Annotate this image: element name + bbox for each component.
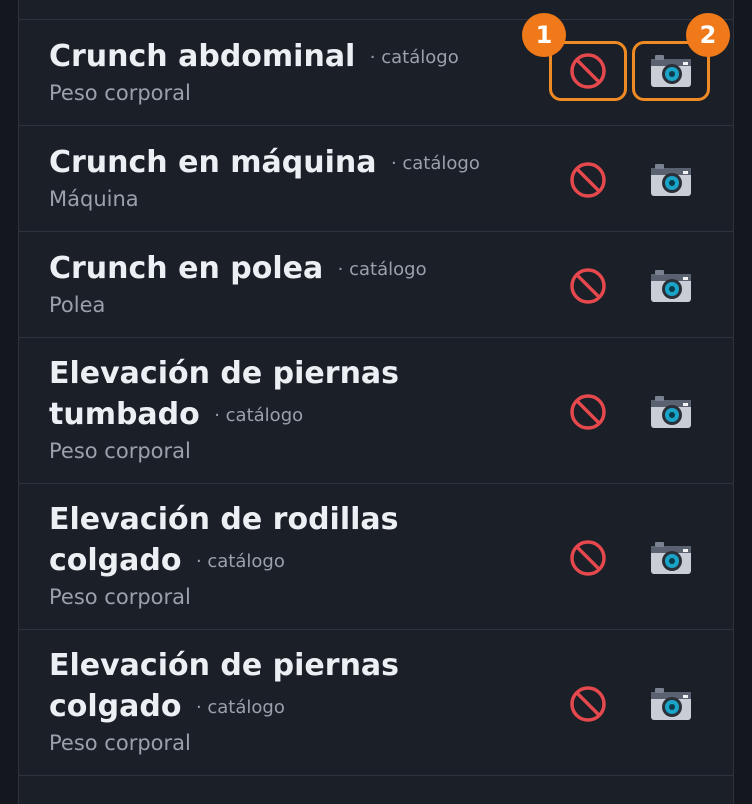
equipment-label: Peso corporal — [49, 585, 191, 609]
exercise-title: Crunch en polea · catálogo — [49, 251, 427, 286]
exercise-text: Crunch en máquina · catálogo Máquina — [49, 142, 529, 214]
exercise-title: Elevación de piernas colgado · catálogo — [49, 648, 400, 724]
list-item-next[interactable] — [19, 776, 733, 804]
exercise-title: Crunch abdominal · catálogo — [49, 39, 459, 74]
annotation-badge-2: 2 — [686, 13, 730, 57]
add-photo-button[interactable] — [632, 382, 710, 442]
exercise-text: Elevación de piernas colgado · catálogo … — [49, 645, 529, 758]
camera-icon — [651, 688, 691, 720]
list-item[interactable]: Elevación de piernas colgado · catálogo … — [19, 630, 733, 776]
exercise-text: Elevación de rodillas colgado · catálogo… — [49, 499, 529, 612]
list-item[interactable]: Elevación de rodillas colgado · catálogo… — [19, 484, 733, 630]
source-tag: · catálogo — [214, 405, 304, 426]
camera-icon — [651, 270, 691, 302]
add-photo-button[interactable] — [632, 674, 710, 734]
list-item[interactable]: Crunch en polea · catálogo Polea — [19, 232, 733, 338]
prohibited-icon — [570, 268, 606, 304]
disable-exercise-button[interactable] — [549, 674, 627, 734]
exercise-text: Crunch en polea · catálogo Polea — [49, 248, 529, 320]
exercise-text: Elevación de piernas tumbado · catálogo … — [49, 353, 529, 466]
list-item[interactable]: Crunch abdominal · catálogo Peso corpora… — [19, 13, 733, 126]
camera-icon — [651, 542, 691, 574]
source-tag: · catálogo — [337, 259, 427, 280]
equipment-label: Peso corporal — [49, 439, 191, 463]
equipment-label: Polea — [49, 293, 106, 317]
list-item[interactable]: Elevación de piernas tumbado · catálogo … — [19, 338, 733, 484]
disable-exercise-button[interactable] — [549, 41, 627, 101]
prohibited-icon — [570, 162, 606, 198]
equipment-label: Peso corporal — [49, 81, 191, 105]
prohibited-icon — [570, 53, 606, 89]
exercise-catalog-screen: Crunch abdominal · catálogo Peso corpora… — [0, 0, 752, 804]
camera-icon — [651, 164, 691, 196]
disable-exercise-button[interactable] — [549, 528, 627, 588]
list-item[interactable]: Crunch en máquina · catálogo Máquina — [19, 126, 733, 232]
add-photo-button[interactable] — [632, 150, 710, 210]
source-tag: · catálogo — [390, 153, 480, 174]
exercise-title: Crunch en máquina · catálogo — [49, 145, 480, 180]
right-margin — [734, 0, 752, 804]
exercise-title: Elevación de rodillas colgado · catálogo — [49, 502, 399, 578]
exercise-title: Elevación de piernas tumbado · catálogo — [49, 356, 400, 432]
source-tag: · catálogo — [195, 697, 285, 718]
exercise-list[interactable]: Crunch abdominal · catálogo Peso corpora… — [18, 0, 734, 804]
camera-icon — [651, 55, 691, 87]
exercise-text: Crunch abdominal · catálogo Peso corpora… — [49, 36, 529, 108]
source-tag: · catálogo — [195, 551, 285, 572]
equipment-label: Peso corporal — [49, 731, 191, 755]
add-photo-button[interactable] — [632, 528, 710, 588]
left-margin — [0, 0, 18, 804]
list-item-previous[interactable] — [19, 0, 733, 20]
source-tag: · catálogo — [369, 47, 459, 68]
equipment-label: Máquina — [49, 187, 139, 211]
add-photo-button[interactable] — [632, 256, 710, 316]
disable-exercise-button[interactable] — [549, 150, 627, 210]
annotation-badge-1: 1 — [522, 13, 566, 57]
prohibited-icon — [570, 394, 606, 430]
disable-exercise-button[interactable] — [549, 382, 627, 442]
camera-icon — [651, 396, 691, 428]
disable-exercise-button[interactable] — [549, 256, 627, 316]
prohibited-icon — [570, 686, 606, 722]
prohibited-icon — [570, 540, 606, 576]
